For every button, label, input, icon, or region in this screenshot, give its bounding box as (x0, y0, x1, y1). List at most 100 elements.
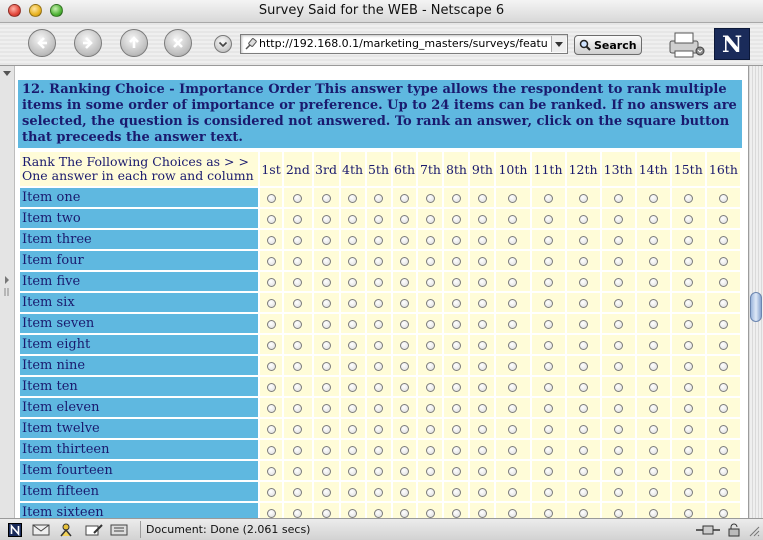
rank-radio-button[interactable] (348, 320, 358, 329)
rank-radio-button[interactable] (683, 404, 693, 413)
forward-button[interactable] (74, 29, 102, 57)
rank-radio-button[interactable] (508, 383, 518, 392)
rank-radio-button[interactable] (348, 509, 358, 518)
rank-radio-button[interactable] (648, 362, 658, 371)
rank-radio-button[interactable] (451, 215, 461, 224)
rank-radio-button[interactable] (321, 467, 331, 476)
rank-radio-button[interactable] (374, 278, 383, 287)
rank-radio-button[interactable] (266, 278, 276, 287)
rank-radio-button[interactable] (578, 362, 588, 371)
rank-radio-button[interactable] (293, 509, 303, 518)
rank-radio-button[interactable] (718, 236, 728, 245)
rank-radio-button[interactable] (293, 404, 303, 413)
scrollbar-thumb[interactable] (750, 292, 762, 322)
rank-radio-button[interactable] (508, 194, 518, 203)
rank-radio-button[interactable] (578, 257, 588, 266)
rank-radio-button[interactable] (425, 257, 435, 266)
rank-radio-button[interactable] (508, 488, 518, 497)
rank-radio-button[interactable] (451, 467, 461, 476)
rank-radio-button[interactable] (508, 425, 518, 434)
rank-radio-button[interactable] (718, 488, 728, 497)
rank-radio-button[interactable] (508, 509, 518, 518)
rank-radio-button[interactable] (425, 236, 435, 245)
rank-radio-button[interactable] (543, 215, 553, 224)
rank-radio-button[interactable] (399, 215, 409, 224)
rank-radio-button[interactable] (683, 383, 693, 392)
rank-radio-button[interactable] (477, 194, 487, 203)
rank-radio-button[interactable] (399, 299, 409, 308)
rank-radio-button[interactable] (451, 383, 461, 392)
rank-radio-button[interactable] (543, 488, 553, 497)
rank-radio-button[interactable] (543, 299, 553, 308)
rank-radio-button[interactable] (374, 341, 383, 350)
rank-radio-button[interactable] (648, 257, 658, 266)
rank-radio-button[interactable] (293, 215, 303, 224)
instant-messenger-icon[interactable] (58, 523, 74, 537)
rank-radio-button[interactable] (508, 467, 518, 476)
rank-radio-button[interactable] (321, 362, 331, 371)
rank-radio-button[interactable] (683, 257, 693, 266)
rank-radio-button[interactable] (543, 341, 553, 350)
rank-radio-button[interactable] (578, 404, 588, 413)
rank-radio-button[interactable] (293, 488, 303, 497)
resize-grip-icon[interactable] (746, 523, 760, 537)
rank-radio-button[interactable] (613, 488, 623, 497)
rank-radio-button[interactable] (508, 341, 518, 350)
rank-radio-button[interactable] (374, 299, 383, 308)
rank-radio-button[interactable] (543, 383, 553, 392)
rank-radio-button[interactable] (477, 215, 487, 224)
rank-radio-button[interactable] (451, 404, 461, 413)
rank-radio-button[interactable] (477, 320, 487, 329)
rank-radio-button[interactable] (718, 278, 728, 287)
rank-radio-button[interactable] (683, 299, 693, 308)
rank-radio-button[interactable] (648, 446, 658, 455)
rank-radio-button[interactable] (321, 215, 331, 224)
rank-radio-button[interactable] (348, 299, 358, 308)
rank-radio-button[interactable] (266, 299, 276, 308)
rank-radio-button[interactable] (425, 215, 435, 224)
rank-radio-button[interactable] (683, 236, 693, 245)
rank-radio-button[interactable] (425, 425, 435, 434)
rank-radio-button[interactable] (321, 236, 331, 245)
rank-radio-button[interactable] (321, 278, 331, 287)
rank-radio-button[interactable] (399, 257, 409, 266)
rank-radio-button[interactable] (718, 341, 728, 350)
rank-radio-button[interactable] (477, 236, 487, 245)
rank-radio-button[interactable] (451, 425, 461, 434)
rank-radio-button[interactable] (266, 194, 276, 203)
rank-radio-button[interactable] (613, 425, 623, 434)
rank-radio-button[interactable] (648, 299, 658, 308)
rank-radio-button[interactable] (613, 509, 623, 518)
rank-radio-button[interactable] (683, 467, 693, 476)
search-button[interactable]: Search (574, 35, 642, 55)
rank-radio-button[interactable] (508, 446, 518, 455)
rank-radio-button[interactable] (613, 467, 623, 476)
rank-radio-button[interactable] (293, 341, 303, 350)
rank-radio-button[interactable] (374, 467, 383, 476)
rank-radio-button[interactable] (399, 278, 409, 287)
rank-radio-button[interactable] (648, 488, 658, 497)
rank-radio-button[interactable] (683, 362, 693, 371)
rank-radio-button[interactable] (613, 257, 623, 266)
rank-radio-button[interactable] (648, 383, 658, 392)
rank-radio-button[interactable] (578, 446, 588, 455)
rank-radio-button[interactable] (613, 278, 623, 287)
rank-radio-button[interactable] (477, 299, 487, 308)
rank-radio-button[interactable] (477, 488, 487, 497)
rank-radio-button[interactable] (399, 194, 409, 203)
rank-radio-button[interactable] (718, 320, 728, 329)
rank-radio-button[interactable] (613, 383, 623, 392)
rank-radio-button[interactable] (477, 467, 487, 476)
rank-radio-button[interactable] (718, 383, 728, 392)
rank-radio-button[interactable] (399, 488, 409, 497)
rank-radio-button[interactable] (683, 320, 693, 329)
rank-radio-button[interactable] (399, 320, 409, 329)
mail-icon[interactable] (32, 523, 50, 537)
rank-radio-button[interactable] (266, 257, 276, 266)
rank-radio-button[interactable] (578, 236, 588, 245)
rank-radio-button[interactable] (399, 425, 409, 434)
rank-radio-button[interactable] (374, 215, 383, 224)
rank-radio-button[interactable] (348, 362, 358, 371)
rank-radio-button[interactable] (451, 509, 461, 518)
rank-radio-button[interactable] (374, 509, 383, 518)
